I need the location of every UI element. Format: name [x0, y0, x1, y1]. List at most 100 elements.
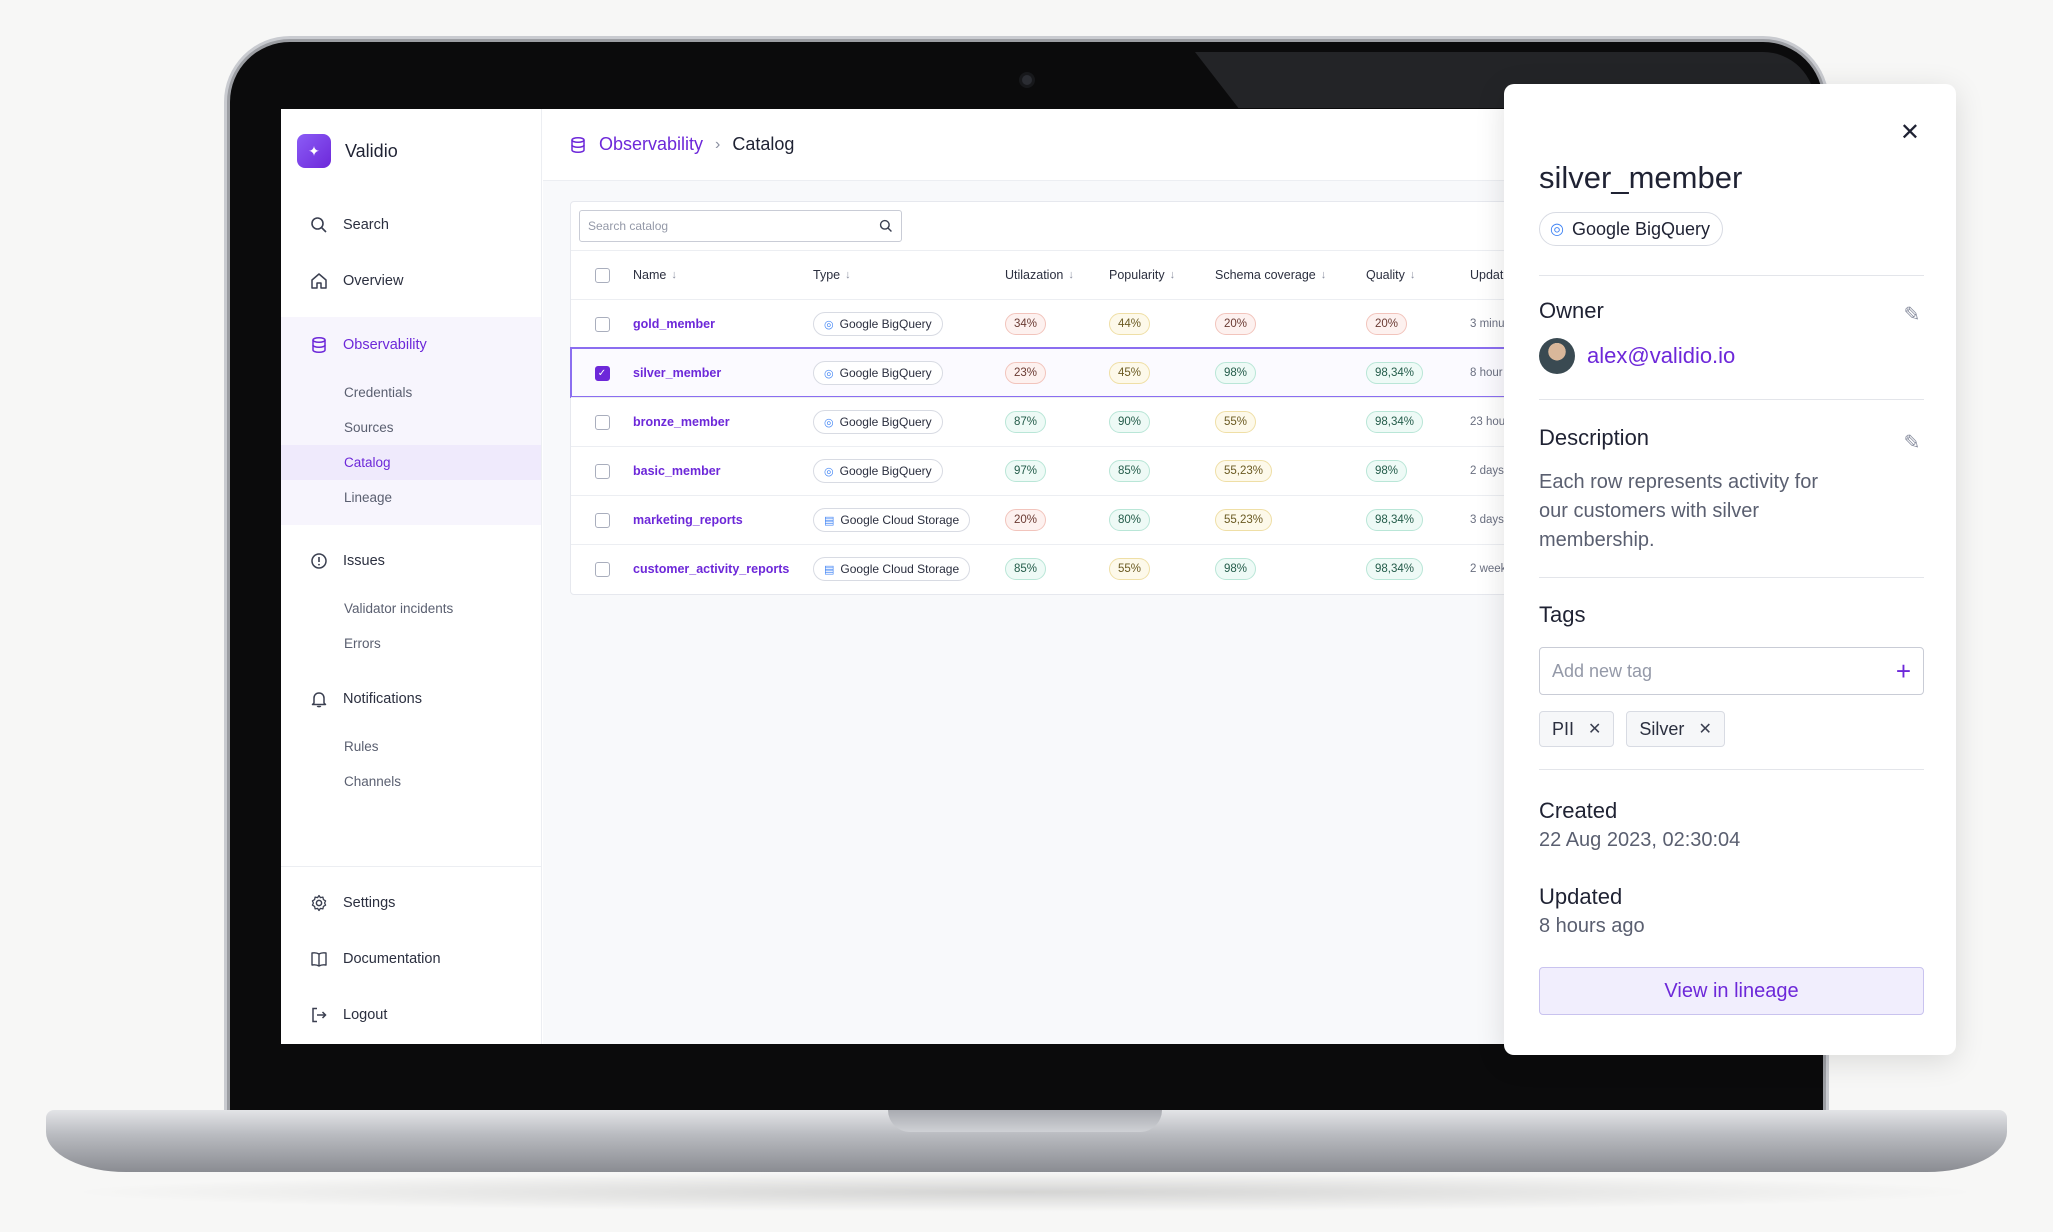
column-header-quality[interactable]: Quality ↓	[1366, 268, 1470, 282]
utilization-badge: 20%	[1005, 509, 1047, 531]
schema-coverage-badge: 98%	[1215, 362, 1257, 384]
tag-placeholder: Add new tag	[1552, 660, 1653, 681]
created-value: 22 Aug 2023, 02:30:04	[1539, 829, 1741, 851]
row-name-link[interactable]: marketing_reports	[633, 513, 743, 527]
remove-tag-icon[interactable]: ✕	[1588, 719, 1601, 739]
table-row[interactable]: bronze_member ◎ Google BigQuery 87% 90% 55% 98…	[571, 397, 1541, 446]
nav-notifications[interactable]: Notifications	[281, 671, 541, 727]
row-name-link[interactable]: customer_activity_reports	[633, 562, 789, 576]
nav-documentation[interactable]: Documentation	[281, 931, 541, 987]
bigquery-icon: ◎	[824, 465, 834, 478]
table-row[interactable]: ✓ silver_member ◎ Google BigQuery 23% 45% 98% 9…	[570, 347, 1541, 398]
quality-badge: 98,34%	[1366, 509, 1424, 531]
nav-lineage[interactable]: Lineage	[281, 480, 541, 515]
brand[interactable]: ✦ Validio	[297, 134, 398, 168]
nav-logout[interactable]: Logout	[281, 987, 541, 1043]
nav-catalog[interactable]: Catalog	[281, 445, 541, 480]
column-header-popularity[interactable]: Popularity ↓	[1109, 268, 1215, 282]
quality-badge: 98,34%	[1366, 362, 1424, 384]
type-pill: ◎ Google BigQuery	[813, 410, 943, 434]
row-name-link[interactable]: gold_member	[633, 317, 715, 331]
column-header-schema-coverage[interactable]: Schema coverage ↓	[1215, 268, 1366, 282]
schema-coverage-badge: 20%	[1215, 313, 1257, 335]
description-label: Description	[1539, 425, 1650, 450]
view-in-lineage-button[interactable]: View in lineage	[1539, 967, 1924, 1015]
nav-errors[interactable]: Errors	[281, 626, 541, 661]
quality-badge: 98,34%	[1366, 558, 1424, 580]
table-row[interactable]: gold_member ◎ Google BigQuery 34% 44% 20% 20% 3…	[571, 299, 1541, 348]
remove-tag-icon[interactable]: ✕	[1698, 719, 1711, 739]
edit-description-icon[interactable]: ✎	[1900, 430, 1924, 454]
nav-overview[interactable]: Overview	[281, 253, 541, 309]
search-catalog-input[interactable]: Search catalog	[579, 210, 902, 242]
table-row[interactable]: customer_activity_reports ▤ Google Cloud S…	[571, 544, 1541, 593]
tag-chip: PII ✕	[1539, 711, 1615, 747]
nav-label: Search	[343, 217, 389, 233]
sidebar: ✦ Validio Search Overview Observability …	[281, 109, 542, 1044]
description-text: Each row represents activity for our cus…	[1539, 471, 1818, 551]
breadcrumb-observability[interactable]: Observability	[599, 134, 703, 155]
chevron-right-icon: ›	[715, 135, 721, 153]
utilization-badge: 23%	[1005, 362, 1047, 384]
utilization-badge: 85%	[1005, 558, 1047, 580]
utilization-badge: 97%	[1005, 460, 1047, 482]
nav-credentials[interactable]: Credentials	[281, 375, 541, 410]
nav-observability[interactable]: Observability	[281, 317, 541, 373]
row-checkbox[interactable]	[594, 463, 610, 479]
sidebar-footer: Settings Documentation Logout	[281, 866, 541, 1043]
avatar	[1539, 338, 1575, 374]
sort-arrow-icon: ↓	[1320, 269, 1327, 281]
observability-subnav: Credentials Sources Catalog Lineage	[281, 373, 541, 525]
popularity-badge: 44%	[1109, 313, 1151, 335]
laptop-notch	[888, 1110, 1162, 1132]
sort-arrow-icon: ↓	[1169, 269, 1176, 281]
nav-label: Issues	[343, 553, 385, 569]
row-checkbox[interactable]: ✓	[594, 365, 610, 381]
sort-arrow-icon: ↓	[845, 269, 851, 281]
table-row[interactable]: marketing_reports ▤ Google Cloud Storage 20…	[571, 495, 1541, 544]
nav-channels[interactable]: Channels	[281, 764, 541, 799]
breadcrumb: Observability › Catalog	[543, 109, 1541, 181]
nav-label: Settings	[343, 895, 396, 911]
nav-label: Documentation	[343, 951, 441, 967]
nav-rules[interactable]: Rules	[281, 729, 541, 764]
nav-label: Notifications	[343, 691, 422, 707]
select-all-checkbox[interactable]	[594, 267, 610, 283]
search-icon	[879, 219, 893, 233]
column-header-type[interactable]: Type ↓	[813, 268, 1005, 282]
source-label: Google BigQuery	[1571, 218, 1711, 239]
owner-email[interactable]: alex@validio.io	[1587, 343, 1735, 369]
bell-icon	[309, 689, 329, 709]
issues-subnav: Validator incidents Errors	[281, 589, 541, 671]
brand-name: Validio	[345, 140, 398, 161]
nav-search[interactable]: Search	[281, 197, 541, 253]
cloud-storage-icon: ▤	[824, 514, 835, 527]
notifications-subnav: Rules Channels	[281, 727, 541, 809]
nav-issues[interactable]: Issues	[281, 533, 541, 589]
close-icon[interactable]: ✕	[1900, 118, 1920, 147]
logout-icon	[309, 1005, 329, 1025]
row-checkbox[interactable]	[594, 316, 610, 332]
table-row[interactable]: basic_member ◎ Google BigQuery 97% 85% 55,23%…	[571, 446, 1541, 495]
popularity-badge: 45%	[1109, 362, 1151, 384]
bigquery-icon: ◎	[824, 416, 834, 429]
popularity-badge: 55%	[1109, 558, 1151, 580]
plus-icon[interactable]: +	[1896, 656, 1911, 687]
nav-sources[interactable]: Sources	[281, 410, 541, 445]
column-header-name[interactable]: Name ↓	[633, 268, 813, 282]
nav-label: Observability	[343, 337, 427, 353]
bigquery-icon: ◎	[1550, 221, 1564, 238]
column-header-utilization[interactable]: Utilazation ↓	[1005, 268, 1109, 282]
edit-owner-icon[interactable]: ✎	[1900, 302, 1924, 326]
row-checkbox[interactable]	[594, 512, 610, 528]
row-checkbox[interactable]	[594, 561, 610, 577]
nav-settings[interactable]: Settings	[281, 875, 541, 931]
row-name-link[interactable]: basic_member	[633, 464, 721, 478]
type-pill: ◎ Google BigQuery	[813, 361, 943, 385]
row-checkbox[interactable]	[594, 414, 610, 430]
row-name-link[interactable]: silver_member	[633, 366, 721, 380]
tag-label: Silver	[1639, 718, 1685, 739]
add-tag-input[interactable]: Add new tag +	[1539, 647, 1924, 695]
nav-validator-incidents[interactable]: Validator incidents	[281, 591, 541, 626]
row-name-link[interactable]: bronze_member	[633, 415, 730, 429]
